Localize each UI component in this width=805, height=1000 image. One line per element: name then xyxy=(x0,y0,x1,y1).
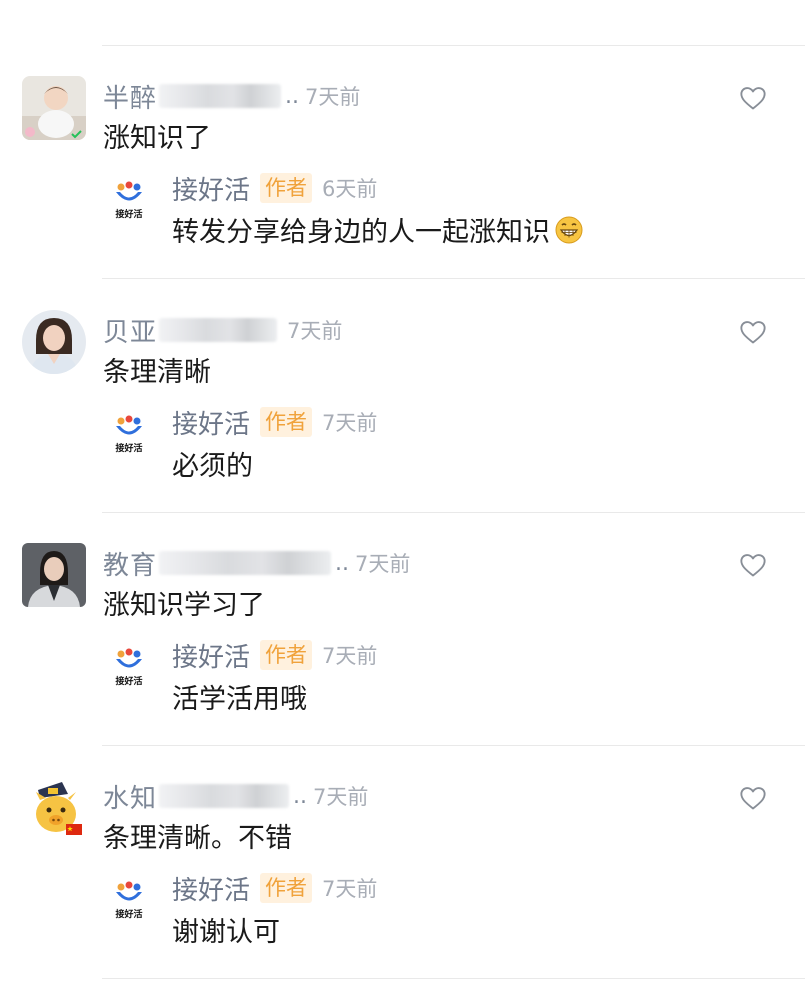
name-ellipsis: .. xyxy=(285,83,300,109)
heart-outline-icon[interactable] xyxy=(739,84,767,112)
reply-text: 活学活用哦 xyxy=(172,684,307,715)
brand-logo-icon[interactable]: 接好活 xyxy=(112,879,146,920)
name-ellipsis: .. xyxy=(335,550,350,576)
comment-time: 7天前 xyxy=(287,319,343,343)
blurred-username xyxy=(159,318,278,342)
divider xyxy=(102,745,805,746)
blurred-username xyxy=(159,784,290,808)
reply-username[interactable]: 接好活 xyxy=(172,637,250,674)
username[interactable]: 半醉 xyxy=(103,78,157,115)
comment-header: 教育 .. 7天前 xyxy=(103,545,410,581)
reply-text-row: 转发分享给身边的人一起涨知识 xyxy=(172,210,584,249)
comment-header: 水知 .. 7天前 xyxy=(103,778,368,814)
user-avatar[interactable] xyxy=(22,776,86,840)
divider xyxy=(102,278,805,279)
brand-logo-icon[interactable]: 接好活 xyxy=(112,413,146,454)
author-badge: 作者 xyxy=(260,873,313,903)
user-avatar[interactable] xyxy=(22,543,86,607)
reply-text-row: 活学活用哦 xyxy=(172,677,307,716)
comment-header: 贝亚 7天前 xyxy=(103,312,342,348)
brand-logo-icon[interactable]: 接好活 xyxy=(112,179,146,220)
reply-header: 接好活 作者 7天前 xyxy=(172,404,377,440)
comment-text: 涨知识学习了 xyxy=(103,590,265,621)
reply-time: 6天前 xyxy=(322,177,378,201)
comment-time: 7天前 xyxy=(355,552,411,576)
logo-caption: 接好活 xyxy=(115,908,142,919)
divider xyxy=(102,978,805,979)
author-badge: 作者 xyxy=(260,407,313,437)
reply-header: 接好活 作者 7天前 xyxy=(172,870,377,906)
blurred-username xyxy=(159,84,282,108)
blurred-username xyxy=(159,551,332,575)
reply-text: 谢谢认可 xyxy=(172,917,280,948)
author-badge: 作者 xyxy=(260,640,313,670)
reply-header: 接好活 作者 6天前 xyxy=(172,170,377,206)
username[interactable]: 教育 xyxy=(103,545,157,582)
reply-text-row: 必须的 xyxy=(172,444,253,483)
divider-top xyxy=(102,45,805,46)
logo-caption: 接好活 xyxy=(115,675,142,686)
heart-outline-icon[interactable] xyxy=(739,551,767,579)
username[interactable]: 贝亚 xyxy=(103,312,157,349)
reply-time: 7天前 xyxy=(322,411,378,435)
reply-username[interactable]: 接好活 xyxy=(172,170,250,207)
author-badge: 作者 xyxy=(260,173,313,203)
user-avatar[interactable] xyxy=(22,310,86,374)
reply-time: 7天前 xyxy=(322,644,378,668)
reply-username[interactable]: 接好活 xyxy=(172,870,250,907)
heart-outline-icon[interactable] xyxy=(739,784,767,812)
heart-outline-icon[interactable] xyxy=(739,318,767,346)
divider xyxy=(102,512,805,513)
comment-text: 涨知识了 xyxy=(103,123,211,154)
reply-header: 接好活 作者 7天前 xyxy=(172,637,377,673)
reply-text: 转发分享给身边的人一起涨知识 xyxy=(172,217,550,248)
name-ellipsis: .. xyxy=(293,783,308,809)
reply-time: 7天前 xyxy=(322,877,378,901)
grinning-emoji-icon xyxy=(555,216,583,243)
username[interactable]: 水知 xyxy=(103,778,157,815)
logo-caption: 接好活 xyxy=(115,442,142,453)
comment-time: 7天前 xyxy=(305,85,361,109)
comment-time: 7天前 xyxy=(313,785,369,809)
comment-text: 条理清晰。不错 xyxy=(103,823,292,854)
comment-text: 条理清晰 xyxy=(103,357,211,388)
logo-caption: 接好活 xyxy=(115,208,142,219)
reply-username[interactable]: 接好活 xyxy=(172,404,250,441)
reply-text: 必须的 xyxy=(172,451,253,482)
brand-logo-icon[interactable]: 接好活 xyxy=(112,646,146,687)
comment-header: 半醉 .. 7天前 xyxy=(103,78,360,114)
user-avatar[interactable] xyxy=(22,76,86,140)
reply-text-row: 谢谢认可 xyxy=(172,910,280,949)
